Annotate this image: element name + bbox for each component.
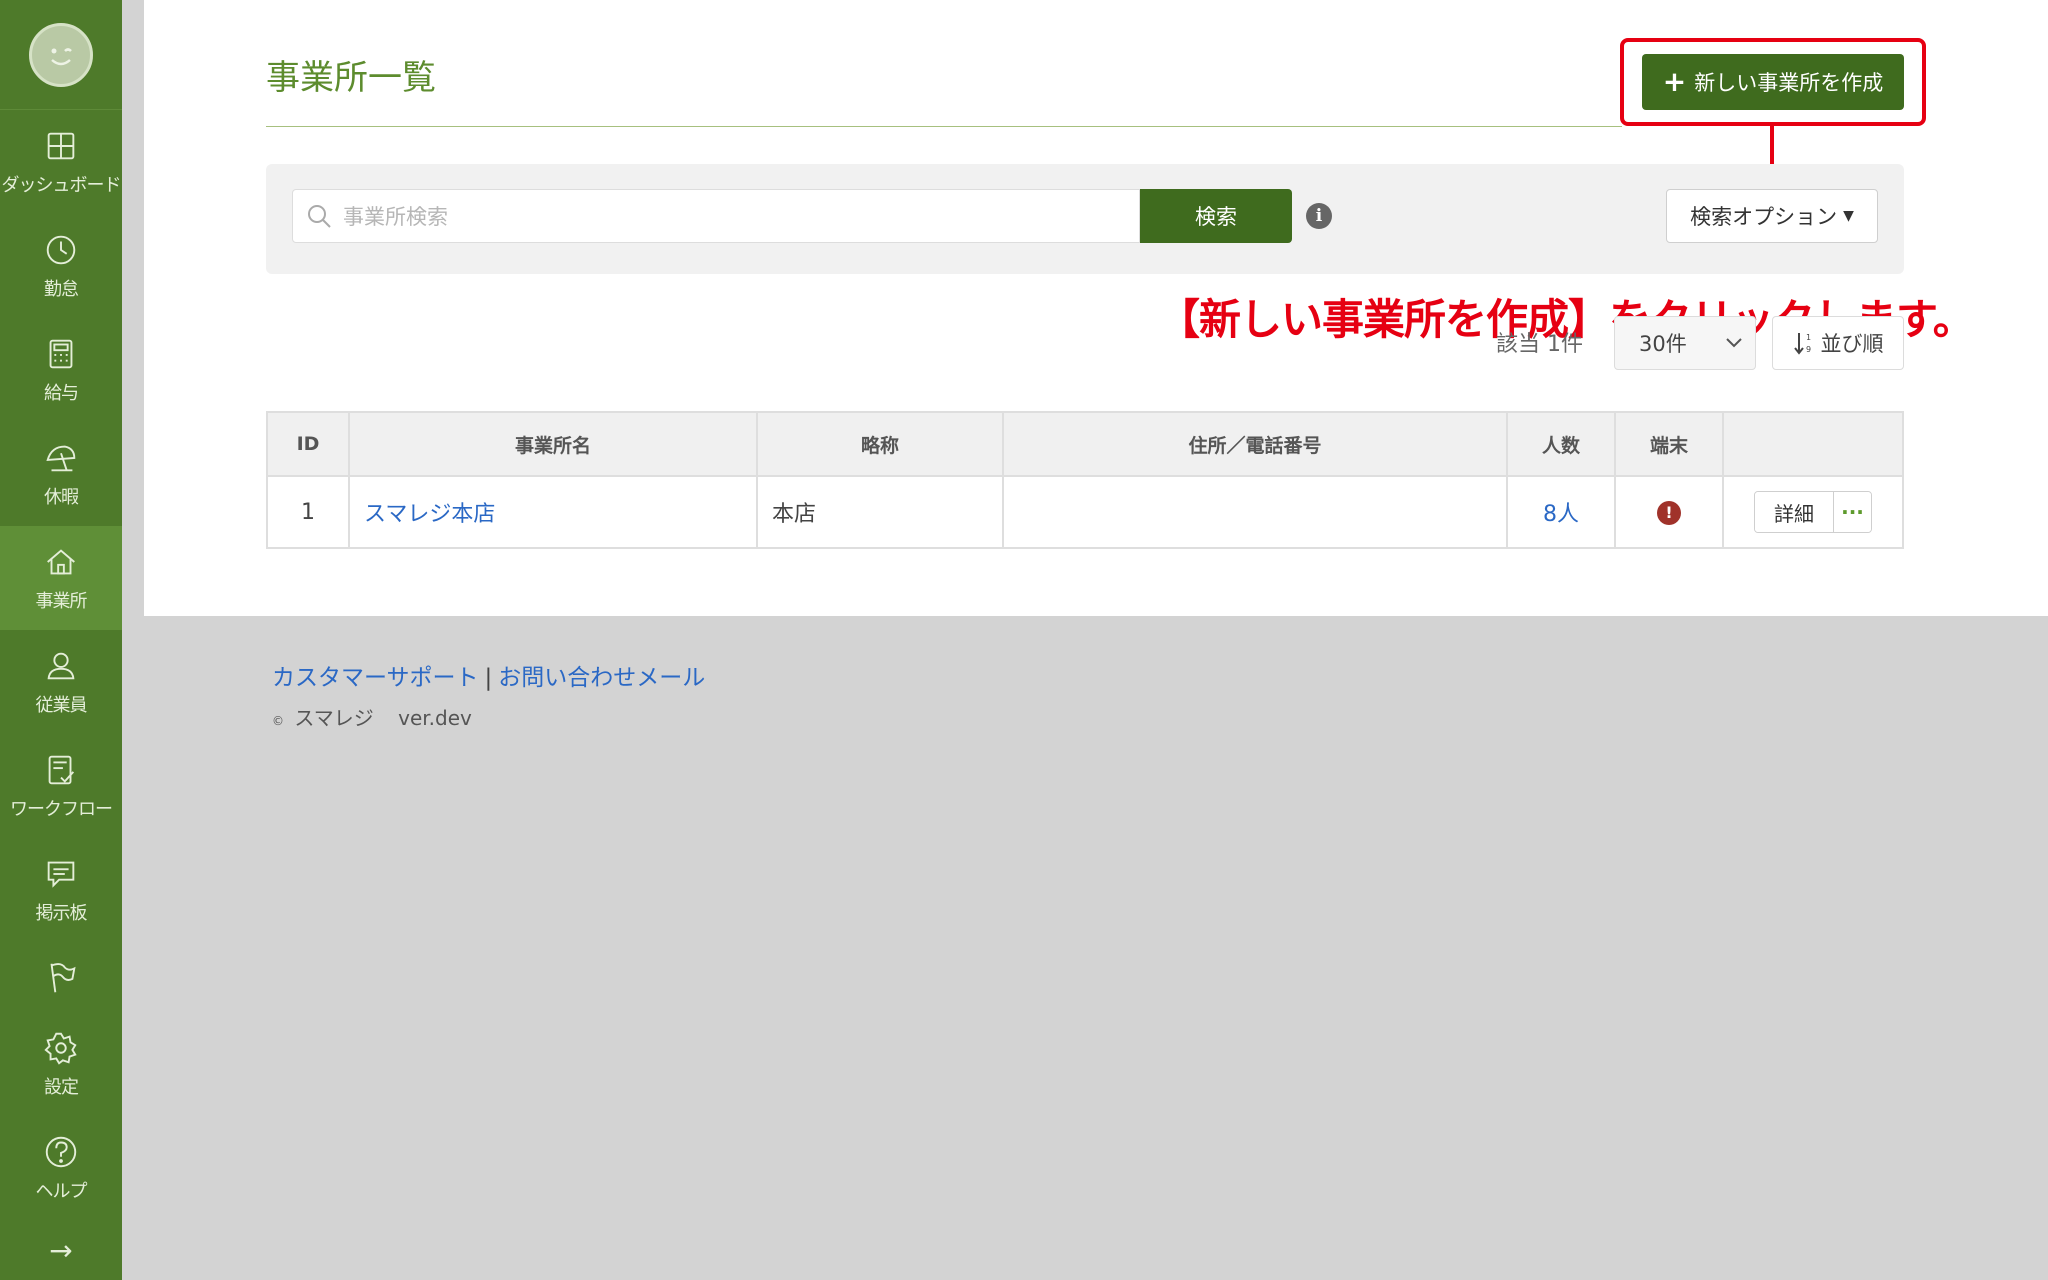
title-divider bbox=[266, 126, 1622, 127]
chevron-down-icon bbox=[1726, 338, 1742, 348]
sort-numeric-icon: 1 9 bbox=[1793, 333, 1811, 355]
sidebar-item-dashboard[interactable]: ダッシュボード bbox=[0, 110, 122, 214]
people-count-link[interactable]: 8人 bbox=[1543, 502, 1579, 527]
cell-actions: 詳細 ··· bbox=[1722, 475, 1904, 549]
row-action-group: 詳細 ··· bbox=[1754, 491, 1872, 533]
clock-icon bbox=[46, 235, 76, 265]
avatar-area bbox=[0, 0, 122, 110]
person-icon bbox=[47, 652, 75, 680]
column-header-name[interactable]: 事業所名 bbox=[348, 411, 758, 477]
sidebar-item-settings[interactable]: 設定 bbox=[0, 1012, 122, 1116]
copyright-symbol: © bbox=[272, 714, 284, 728]
search-placeholder: 事業所検索 bbox=[343, 205, 448, 229]
offices-table: ID 事業所名 略称 住所／電話番号 人数 端末 1 スマレジ本店 本店 8人 … bbox=[266, 411, 1904, 549]
sidebar-item-label: 掲示板 bbox=[35, 903, 88, 924]
page-title: 事業所一覧 bbox=[266, 58, 436, 98]
search-options-label: 検索オプション bbox=[1690, 205, 1838, 229]
column-header-address[interactable]: 住所／電話番号 bbox=[1002, 411, 1508, 477]
contact-email-link[interactable]: お問い合わせメール bbox=[498, 665, 705, 691]
sidebar: ダッシュボード 勤怠 給与 休暇 事業所 従業員 ワークフロー 掲示板 設定 ヘ… bbox=[0, 0, 122, 1280]
column-header-id[interactable]: ID bbox=[266, 411, 350, 477]
sidebar-item-label: 従業員 bbox=[35, 695, 88, 716]
avatar[interactable] bbox=[29, 22, 93, 87]
column-header-people[interactable]: 人数 bbox=[1506, 411, 1616, 477]
sidebar-item-label: ヘルプ bbox=[35, 1181, 88, 1202]
sidebar-item-workflow[interactable]: ワークフロー bbox=[0, 734, 122, 838]
footer-brand: スマレジ bbox=[294, 706, 374, 730]
gear-icon bbox=[44, 1032, 77, 1065]
sidebar-item-label: 事業所 bbox=[35, 591, 88, 612]
help-icon bbox=[45, 1136, 77, 1168]
search-icon bbox=[308, 205, 331, 228]
sidebar-item-label: ワークフロー bbox=[10, 799, 113, 820]
sort-button[interactable]: 1 9 並び順 bbox=[1772, 316, 1904, 370]
more-options-icon[interactable]: ··· bbox=[1833, 492, 1871, 532]
parasol-icon bbox=[46, 445, 76, 472]
sidebar-item-help[interactable]: ヘルプ bbox=[0, 1116, 122, 1220]
table-header-row: ID 事業所名 略称 住所／電話番号 人数 端末 bbox=[266, 411, 1904, 477]
footer-version: ver.dev bbox=[398, 706, 472, 730]
info-icon[interactable]: i bbox=[1306, 203, 1332, 229]
svg-text:9: 9 bbox=[1806, 345, 1811, 354]
dashboard-icon bbox=[47, 132, 75, 160]
sidebar-item-label: 設定 bbox=[44, 1077, 79, 1098]
sidebar-item-offices[interactable]: 事業所 bbox=[0, 526, 122, 630]
office-name-link[interactable]: スマレジ本店 bbox=[364, 502, 495, 527]
calculator-icon bbox=[49, 339, 73, 369]
customer-support-link[interactable]: カスタマーサポート bbox=[272, 665, 479, 691]
sidebar-item-label: 休暇 bbox=[44, 487, 79, 508]
sidebar-bottom: 設定 ヘルプ → bbox=[0, 1012, 122, 1280]
warning-icon[interactable]: ! bbox=[1657, 500, 1681, 525]
per-page-select[interactable]: 30件 bbox=[1614, 316, 1756, 370]
table-row: 1 スマレジ本店 本店 8人 ! 詳細 ··· bbox=[266, 475, 1904, 549]
sidebar-item-employees[interactable]: 従業員 bbox=[0, 630, 122, 734]
chat-icon bbox=[47, 861, 75, 888]
sidebar-item-label: 給与 bbox=[44, 383, 79, 404]
footer-separator: | bbox=[484, 665, 493, 691]
sidebar-item-bulletin[interactable]: 掲示板 bbox=[0, 838, 122, 942]
sort-label: 並び順 bbox=[1820, 332, 1884, 356]
cell-name: スマレジ本店 bbox=[348, 475, 758, 549]
sidebar-item-label: ダッシュボード bbox=[1, 175, 122, 196]
cell-terminal: ! bbox=[1614, 475, 1724, 549]
cell-people: 8人 bbox=[1506, 475, 1616, 549]
cell-abbr: 本店 bbox=[756, 475, 1004, 549]
footer-copyright: © スマレジ ver.dev bbox=[272, 702, 472, 731]
flag-icon bbox=[50, 963, 76, 993]
column-header-terminal[interactable]: 端末 bbox=[1614, 411, 1724, 477]
sidebar-item-flag[interactable] bbox=[0, 942, 122, 1012]
detail-button[interactable]: 詳細 bbox=[1755, 492, 1833, 532]
column-header-actions bbox=[1722, 411, 1904, 477]
smiley-icon bbox=[51, 47, 72, 65]
annotation-highlight-box bbox=[1620, 38, 1926, 126]
search-button[interactable]: 検索 bbox=[1140, 189, 1292, 243]
sidebar-expand-arrow-icon[interactable]: → bbox=[0, 1220, 122, 1280]
footer-links: カスタマーサポート | お問い合わせメール bbox=[272, 658, 705, 692]
clipboard-check-icon bbox=[48, 755, 75, 785]
search-options-dropdown[interactable]: 検索オプション ▼ bbox=[1666, 189, 1878, 243]
home-icon bbox=[47, 549, 75, 575]
caret-down-icon: ▼ bbox=[1843, 208, 1854, 224]
cell-address bbox=[1002, 475, 1508, 549]
per-page-value: 30件 bbox=[1639, 332, 1687, 356]
result-count: 該当 1件 bbox=[1496, 332, 1583, 357]
cell-id: 1 bbox=[266, 475, 350, 549]
sidebar-item-attendance[interactable]: 勤怠 bbox=[0, 214, 122, 318]
search-input[interactable]: 事業所検索 bbox=[292, 189, 1140, 243]
sidebar-item-label: 勤怠 bbox=[44, 279, 79, 300]
sidebar-item-payroll[interactable]: 給与 bbox=[0, 318, 122, 422]
sidebar-item-leave[interactable]: 休暇 bbox=[0, 422, 122, 526]
svg-text:1: 1 bbox=[1806, 333, 1811, 342]
column-header-abbr[interactable]: 略称 bbox=[756, 411, 1004, 477]
